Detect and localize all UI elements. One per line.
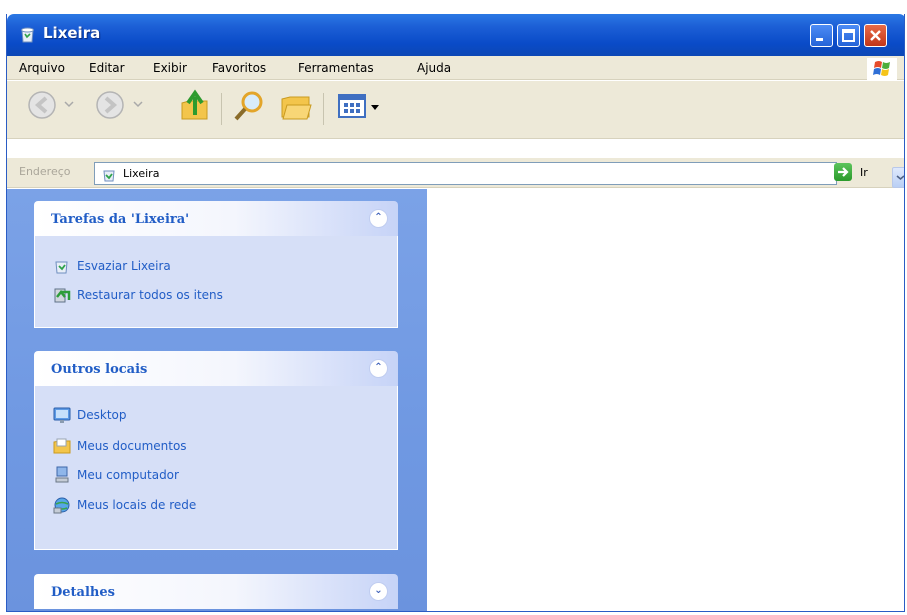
window-title: Lixeira — [43, 24, 101, 42]
menu-ferramentas[interactable]: Ferramentas — [298, 61, 374, 75]
close-icon — [870, 30, 881, 41]
collapse-chevron-icon[interactable]: ⌃ — [369, 209, 388, 228]
address-dropdown-button[interactable] — [892, 167, 904, 188]
recycle-bin-icon — [21, 27, 34, 43]
go-label[interactable]: Ir — [860, 166, 868, 179]
panel-title: Detalhes — [51, 585, 115, 600]
menu-favoritos[interactable]: Favoritos — [212, 61, 266, 75]
task-label: Meus locais de rede — [77, 498, 197, 512]
go-arrow-icon — [838, 167, 849, 177]
task-label: Meus documentos — [77, 439, 187, 453]
standard-toolbar — [7, 81, 904, 139]
restore-all-icon — [54, 288, 71, 303]
file-list-area[interactable] — [427, 189, 904, 611]
panel-header-outros-locais[interactable]: Outros locais ⌃ — [34, 351, 398, 386]
recycle-bin-window: Lixeira Arquivo Editar Exibir Favoritos … — [6, 14, 905, 612]
address-bar: Endereço Lixeira Ir — [7, 158, 904, 188]
menu-arquivo[interactable]: Arquivo — [19, 61, 65, 75]
panel-header-tarefas[interactable]: Tarefas da 'Lixeira' ⌃ — [34, 201, 398, 236]
forward-dropdown-icon[interactable] — [133, 101, 143, 109]
panel-title: Tarefas da 'Lixeira' — [51, 212, 190, 227]
go-button[interactable] — [834, 163, 852, 181]
empty-recycle-bin-icon — [55, 261, 68, 274]
back-icon[interactable] — [27, 89, 57, 121]
menu-exibir[interactable]: Exibir — [153, 61, 187, 75]
close-button[interactable] — [864, 24, 887, 47]
network-places-icon — [53, 497, 70, 514]
task-label: Restaurar todos os itens — [77, 288, 223, 302]
address-value: Lixeira — [123, 167, 160, 180]
task-pane: Tarefas da 'Lixeira' ⌃ Esvaziar Lixeira … — [7, 189, 427, 611]
expand-chevron-icon[interactable]: ⌄ — [369, 582, 388, 601]
forward-icon[interactable] — [95, 89, 125, 121]
task-label: Meu computador — [77, 468, 179, 482]
task-label: Desktop — [77, 408, 127, 422]
maximize-icon — [842, 29, 855, 42]
views-dropdown-icon[interactable] — [371, 105, 379, 111]
panel-body-outros-locais: Desktop Meus documentos Meu computador M… — [34, 386, 398, 550]
folders-icon[interactable] — [279, 89, 313, 123]
maximize-button[interactable] — [837, 24, 860, 47]
search-icon[interactable] — [233, 89, 267, 123]
windows-logo-icon — [867, 58, 897, 80]
address-label: Endereço — [19, 165, 71, 178]
minimize-icon — [816, 38, 823, 41]
panel-body-tarefas: Esvaziar Lixeira Restaurar todos os iten… — [34, 236, 398, 328]
desktop-icon — [53, 407, 71, 423]
my-computer-icon — [55, 466, 69, 483]
menu-editar[interactable]: Editar — [89, 61, 125, 75]
minimize-button[interactable] — [810, 24, 833, 47]
panel-header-detalhes[interactable]: Detalhes ⌄ — [34, 574, 398, 609]
up-folder-icon[interactable] — [179, 89, 211, 123]
title-bar[interactable]: Lixeira — [7, 14, 904, 56]
address-field[interactable]: Lixeira — [94, 162, 904, 188]
collapse-chevron-icon[interactable]: ⌃ — [369, 359, 388, 378]
views-icon[interactable] — [337, 93, 369, 121]
panel-title: Outros locais — [51, 362, 148, 377]
my-documents-icon — [53, 438, 71, 454]
chevron-down-icon — [896, 175, 904, 181]
menu-bar: Arquivo Editar Exibir Favoritos Ferramen… — [7, 56, 904, 80]
menu-ajuda[interactable]: Ajuda — [417, 61, 451, 75]
back-dropdown-icon[interactable] — [64, 101, 74, 109]
task-label: Esvaziar Lixeira — [77, 259, 171, 273]
recycle-bin-icon — [103, 170, 115, 182]
